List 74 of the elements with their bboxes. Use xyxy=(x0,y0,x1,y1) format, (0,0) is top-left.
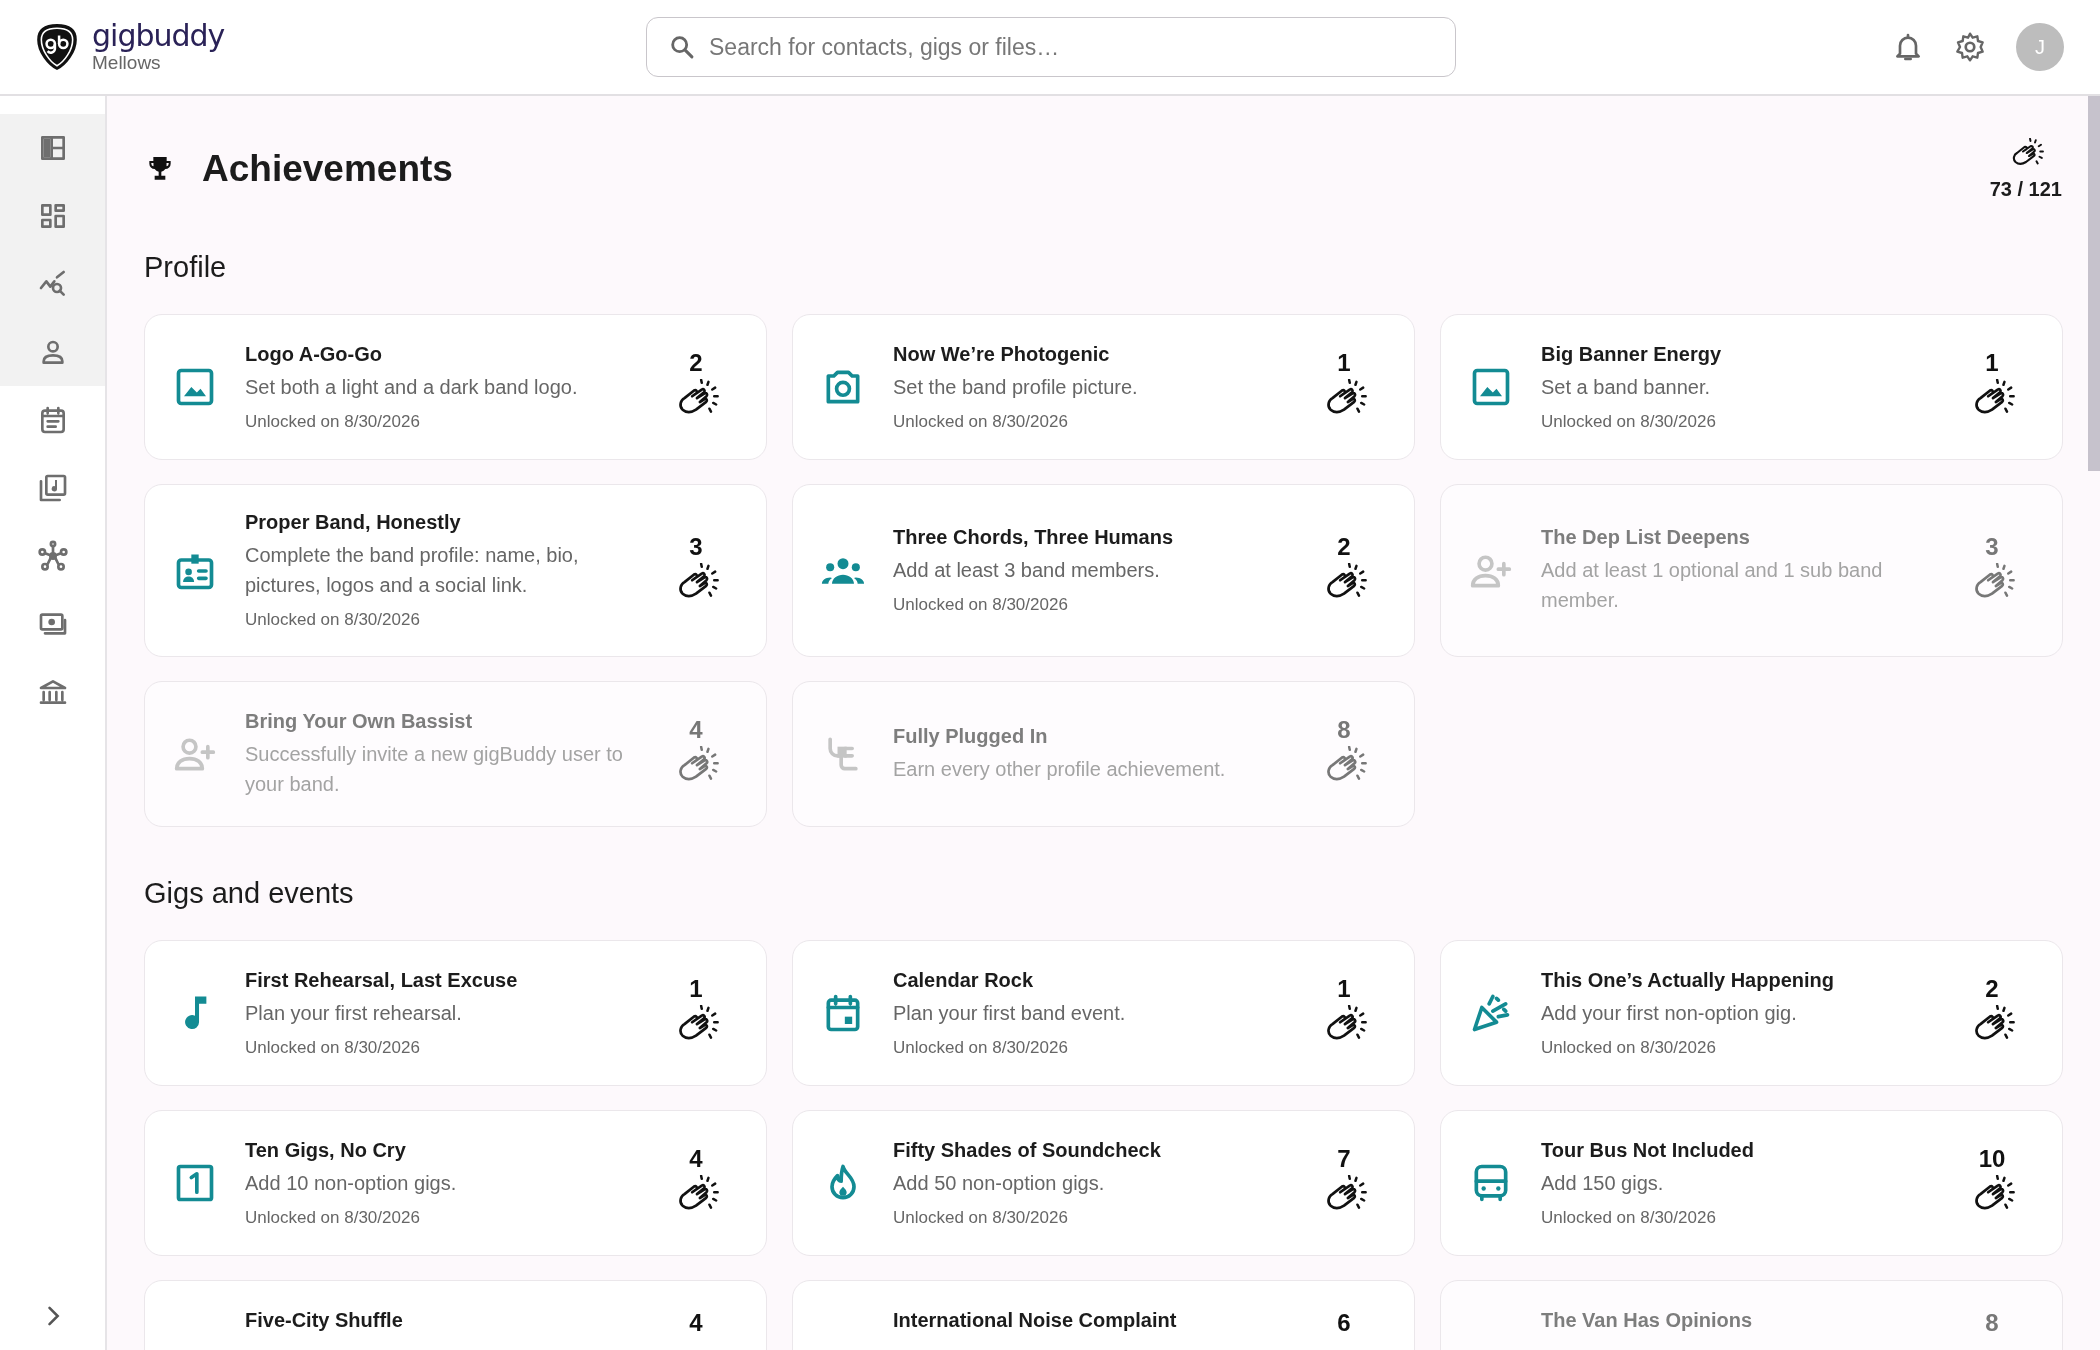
unlock-date: Unlocked on 8/30/2026 xyxy=(245,411,421,432)
network-icon xyxy=(36,540,69,572)
achievement-title: Logo A-Go-Go xyxy=(245,342,383,366)
unlock-date: Unlocked on 8/30/2026 xyxy=(245,1207,421,1228)
achievement-title: Fully Plugged In xyxy=(893,724,1049,748)
achievement-description: Complete the band profile: name, bio, pictures, logos and a social link. xyxy=(245,543,580,598)
points-value: 4 xyxy=(689,1145,703,1173)
achievement-description: Add 10 non-option gigs. xyxy=(245,1170,458,1196)
achievement-title: Five-City Shuffle xyxy=(245,1309,404,1332)
achievement-description: Add at least 1 optional and 1 sub band member. xyxy=(1541,558,1884,613)
achievement-description: Set the band profile picture. xyxy=(893,374,1139,400)
search-field[interactable]: Search for contacts, gigs or files… xyxy=(646,17,1456,77)
achievement-title: International Noise Complaint xyxy=(893,1309,1178,1332)
points-value: 2 xyxy=(1985,975,1999,1003)
page-title: Achievements xyxy=(202,148,453,190)
achievement-title: This One’s Actually Happening xyxy=(1541,968,1835,992)
unlock-date: Unlocked on 8/30/2026 xyxy=(893,595,1069,615)
points-value: 1 xyxy=(689,975,703,1003)
achievement-title: Fifty Shades of Soundcheck xyxy=(893,1138,1162,1162)
band-name: Mellows xyxy=(92,52,162,74)
achievement-description: Add at least 3 band members. xyxy=(893,558,1161,583)
achievement-description: Plan your first band event. xyxy=(893,1000,1127,1026)
brand-name: gigbuddy xyxy=(92,20,225,52)
unlock-date: Unlocked on 8/30/2026 xyxy=(893,411,1069,432)
achievement-title: Calendar Rock xyxy=(893,968,1035,992)
sidebar-item[interactable] xyxy=(0,318,105,386)
achievement-title: Bring Your Own Bassist xyxy=(245,709,474,733)
points-value: 6 xyxy=(1337,1309,1351,1337)
unlock-date: Unlocked on 8/30/2026 xyxy=(893,1037,1069,1058)
points-value: 10 xyxy=(1978,1145,2006,1173)
points-value: 1 xyxy=(1337,975,1351,1003)
points-value: 2 xyxy=(1337,532,1351,561)
points-value: 7 xyxy=(1337,1145,1351,1173)
section-heading: Gigs and events xyxy=(144,876,355,911)
points-value: 4 xyxy=(689,1309,703,1337)
points-value: 4 xyxy=(689,716,703,744)
points-value: 3 xyxy=(689,532,703,561)
achievement-title: The Van Has Opinions xyxy=(1541,1309,1754,1332)
unlock-date: Unlocked on 8/30/2026 xyxy=(245,1037,421,1058)
search-icon xyxy=(668,33,696,61)
achievement-description: Add 150 gigs. xyxy=(1541,1170,1665,1196)
section-heading: Profile xyxy=(144,250,228,285)
sidebar-item[interactable] xyxy=(0,114,105,182)
points-value: 2 xyxy=(689,349,703,377)
achievement-description: Set both a light and a dark band logo. xyxy=(245,374,579,400)
unlock-date: Unlocked on 8/30/2026 xyxy=(1541,1037,1717,1058)
achievement-description: Plan your first rehearsal. xyxy=(245,1000,463,1026)
achievement-title: Three Chords, Three Humans xyxy=(893,526,1175,549)
achievement-description: Add your first non-option gig. xyxy=(1541,1000,1798,1026)
achievement-title: Tour Bus Not Included xyxy=(1541,1138,1755,1162)
unlock-date: Unlocked on 8/30/2026 xyxy=(1541,1207,1717,1228)
unlock-date: Unlocked on 8/30/2026 xyxy=(1541,411,1717,432)
achievement-title: First Rehearsal, Last Excuse xyxy=(245,968,519,992)
achievement-title: Proper Band, Honestly xyxy=(245,511,462,534)
achievement-title: Big Banner Energy xyxy=(1541,342,1723,366)
unlock-date: Unlocked on 8/30/2026 xyxy=(893,1207,1069,1228)
achievement-title: Now We’re Photogenic xyxy=(893,342,1111,366)
achievement-description: Set a band banner. xyxy=(1541,374,1712,400)
logo-icon[interactable] xyxy=(36,23,78,71)
achievement-description: Earn every other profile achievement. xyxy=(893,756,1227,782)
points-value: 3 xyxy=(1985,532,1999,561)
achievement-description: Successfully invite a new gigBuddy user to your band. xyxy=(245,741,624,797)
points-value: 8 xyxy=(1985,1309,1999,1337)
user-avatar[interactable]: J xyxy=(2016,23,2064,71)
scrollbar-thumb[interactable] xyxy=(2088,96,2100,471)
points-total: 73 / 121 xyxy=(1989,178,2062,201)
unlock-date: Unlocked on 8/30/2026 xyxy=(245,610,421,630)
settings-icon[interactable] xyxy=(1954,31,1986,63)
points-value: 1 xyxy=(1337,349,1351,377)
achievement-title: The Dep List Deepens xyxy=(1541,526,1751,549)
achievement-description: Add 50 non-option gigs. xyxy=(893,1170,1106,1196)
points-value: 8 xyxy=(1337,716,1351,744)
achievement-title: Ten Gigs, No Cry xyxy=(245,1138,407,1162)
points-value: 1 xyxy=(1985,349,1999,377)
